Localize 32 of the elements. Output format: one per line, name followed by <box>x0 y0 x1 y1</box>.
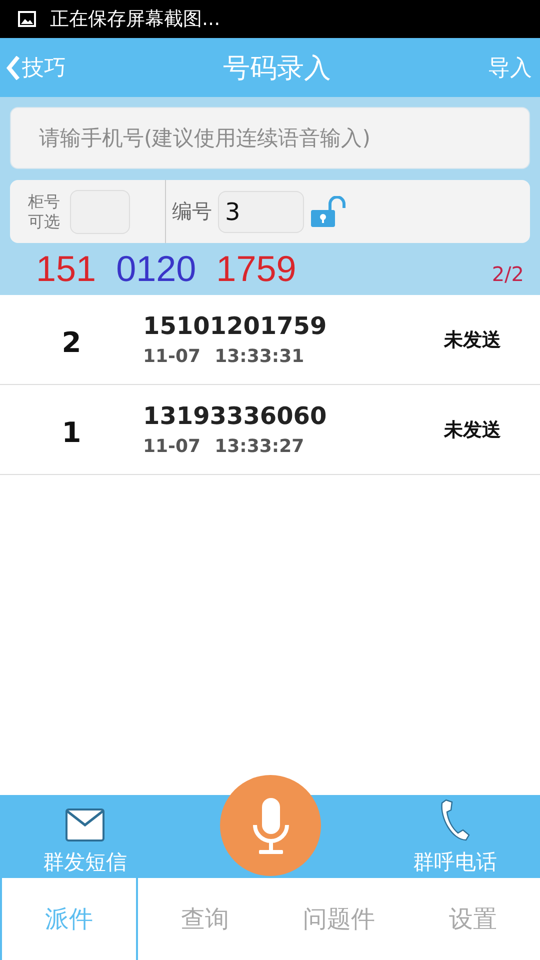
group-sms-button[interactable]: 群发短信 <box>0 795 170 878</box>
record-time: 13:33:27 <box>214 436 304 457</box>
microphone-icon <box>250 796 290 854</box>
phone-input-field[interactable]: 请输手机号(建议使用连续语音输入) <box>10 107 530 169</box>
unlocked-lock-icon[interactable] <box>310 196 346 228</box>
record-index: 1 <box>60 415 82 449</box>
status-text: 正在保存屏幕截图... <box>50 7 220 32</box>
phone-number: 15101201759 <box>143 312 328 340</box>
image-icon <box>18 11 36 27</box>
send-status: 未发送 <box>444 328 502 352</box>
record-date: 11-07 <box>143 346 201 367</box>
back-button[interactable]: 技巧 <box>6 52 66 82</box>
page-title: 号码录入 <box>223 52 331 86</box>
record-count: 2/2 <box>492 261 525 286</box>
record-date: 11-07 <box>143 436 201 457</box>
phone-number: 13193336060 <box>143 402 328 430</box>
nav-tab[interactable]: 派件 <box>0 878 138 960</box>
envelope-icon <box>65 808 105 842</box>
cabinet-label: 可选 <box>28 212 60 232</box>
phone-number-part: 0120 <box>116 248 196 290</box>
phone-number-part: 1759 <box>216 248 296 290</box>
cabinet-label: 柜号 <box>28 192 60 212</box>
import-button[interactable]: 导入 <box>488 52 532 82</box>
record-time: 13:33:31 <box>214 346 304 367</box>
serial-input-field[interactable]: 3 <box>218 190 304 232</box>
record-index: 2 <box>60 325 82 359</box>
send-status: 未发送 <box>444 418 502 442</box>
chevron-icon <box>6 56 20 80</box>
group-call-button[interactable]: 群呼电话 <box>370 795 540 878</box>
phone-number-part: 151 <box>36 248 96 290</box>
serial-label: 编号 <box>172 198 212 225</box>
phone-icon <box>438 798 472 842</box>
